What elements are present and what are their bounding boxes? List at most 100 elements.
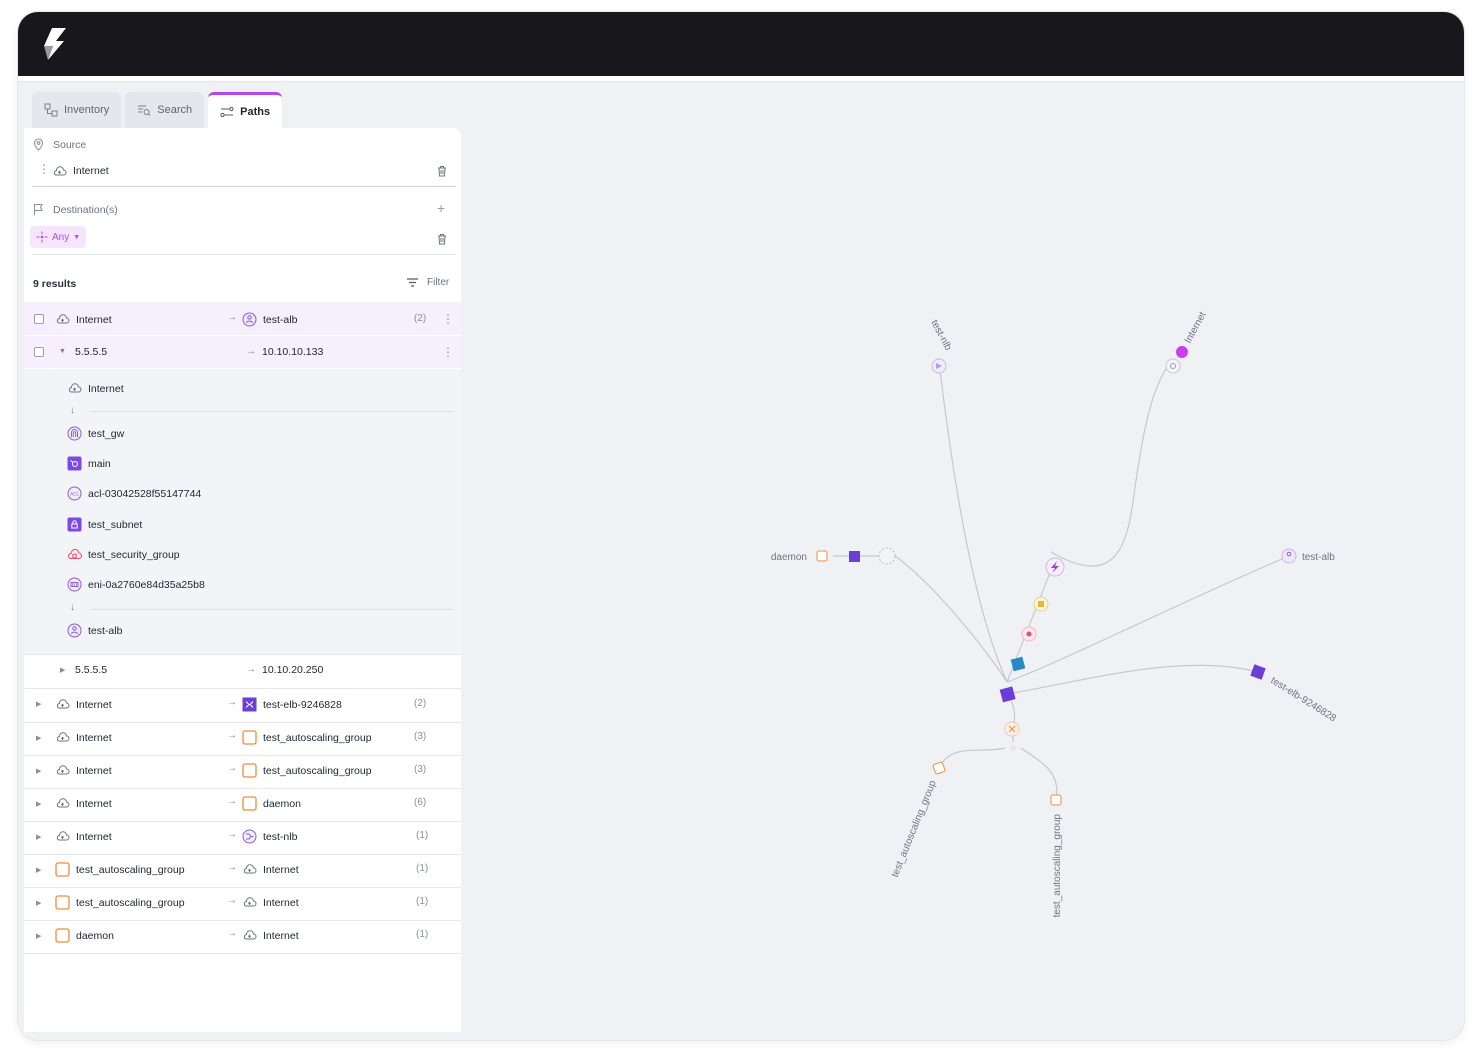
edge-daemon	[894, 555, 1008, 683]
row-source-label: Internet	[76, 698, 112, 711]
security-group-icon	[68, 548, 82, 559]
label-internet: Internet	[1183, 310, 1209, 345]
hop-label: acl-03042528f55147744	[88, 487, 202, 500]
row-count: (3)	[414, 764, 427, 775]
row-count: (6)	[414, 797, 427, 808]
node-hub[interactable]	[999, 686, 1016, 703]
edge-asg2	[1020, 747, 1058, 799]
flag-icon	[34, 204, 43, 215]
node-asg1[interactable]	[932, 761, 946, 775]
edge-nlb	[938, 361, 1008, 683]
node-daemon[interactable]	[816, 550, 828, 562]
destinations-heading-label: Destination(s)	[53, 203, 118, 216]
source-value[interactable]: Internet	[52, 164, 352, 178]
hop-item[interactable]: Internet	[67, 381, 367, 396]
node-elb[interactable]	[1250, 664, 1266, 680]
row-source-label: Internet	[76, 797, 112, 810]
row-checkbox[interactable]	[34, 314, 44, 324]
logo-icon[interactable]	[38, 26, 74, 62]
autoscaling-group-icon	[55, 895, 70, 910]
hop-item[interactable]: test_security_group	[67, 547, 367, 562]
add-destination-icon[interactable]: +	[437, 200, 445, 216]
row-menu-icon[interactable]: ⋮	[442, 346, 454, 358]
destination-delete-icon[interactable]	[436, 233, 448, 245]
row-destination: Internet	[242, 895, 412, 910]
row-count: (1)	[416, 896, 429, 907]
arrow-right-icon: →	[246, 664, 256, 675]
hop-item[interactable]: test-alb	[67, 623, 367, 638]
tab-search[interactable]: Search	[125, 92, 205, 128]
label-asg2: test_autoscaling_group	[1052, 814, 1063, 918]
hop-item[interactable]: ACL acl-03042528f55147744	[67, 486, 367, 501]
node-nlb[interactable]	[931, 358, 947, 374]
row-destination-label: test-nlb	[263, 830, 298, 843]
caret-down-icon[interactable]: ▼	[59, 348, 66, 355]
hop-item[interactable]: test_subnet	[67, 517, 367, 532]
hop-separator	[90, 411, 454, 412]
caret-right-icon[interactable]: ▶	[36, 700, 41, 708]
row-source: test_autoscaling_group	[55, 862, 245, 877]
source-drag-handle[interactable]: ⋮	[38, 163, 50, 175]
autoscaling-group-icon	[242, 730, 257, 745]
row-menu-icon[interactable]: ⋮	[442, 313, 454, 325]
node-daemon-vpc[interactable]	[878, 547, 896, 565]
elb-icon	[242, 697, 257, 712]
row-source: Internet	[55, 796, 225, 811]
internet-source-dot[interactable]	[1176, 346, 1188, 358]
node-security-group[interactable]	[1021, 626, 1037, 642]
caret-right-icon[interactable]: ▶	[36, 866, 41, 874]
source-delete-icon[interactable]	[436, 165, 448, 177]
caret-right-icon[interactable]: ▶	[60, 666, 65, 674]
arrow-right-icon: →	[227, 928, 237, 939]
row-checkbox[interactable]	[34, 347, 44, 357]
caret-right-icon[interactable]: ▶	[36, 767, 41, 775]
row-destination-label: Internet	[263, 863, 299, 876]
node-nacl[interactable]	[1033, 596, 1049, 612]
caret-right-icon[interactable]: ▶	[36, 734, 41, 742]
row-destination: test-alb	[242, 312, 412, 327]
destination-any-dropdown[interactable]: Any ▼	[30, 226, 87, 248]
hop-label: Internet	[88, 382, 124, 395]
row-source: test_autoscaling_group	[55, 895, 245, 910]
caret-right-icon[interactable]: ▶	[36, 833, 41, 841]
row-source-label: test_autoscaling_group	[76, 863, 185, 876]
tab-inventory[interactable]: Inventory	[32, 92, 122, 128]
node-alb[interactable]	[1281, 548, 1297, 564]
node-gateway[interactable]	[1045, 557, 1065, 577]
tab-search-label: Search	[157, 104, 193, 116]
path-graph[interactable]: test-nlb Internet daemon test-alb test-e…	[461, 82, 1464, 1040]
caret-right-icon[interactable]: ▶	[36, 800, 41, 808]
caret-right-icon[interactable]: ▶	[36, 932, 41, 940]
hop-item[interactable]: test_gw	[67, 426, 367, 441]
top-bar	[18, 12, 1464, 76]
label-asg1: test_autoscaling_group	[890, 779, 939, 879]
tab-paths[interactable]: Paths	[208, 92, 283, 128]
location-pin-icon	[33, 138, 44, 151]
daemon-icon	[55, 928, 70, 943]
row-source: Internet	[55, 312, 225, 327]
route-table-icon	[67, 456, 82, 471]
node-daemon-hub[interactable]	[849, 551, 860, 562]
paths-panel: Source ⋮ Internet Destination(s) + Any ▼…	[24, 128, 461, 1032]
row-destination-label: Internet	[263, 929, 299, 942]
node-eni[interactable]	[1004, 721, 1020, 737]
node-internet-vpn[interactable]	[1165, 358, 1181, 374]
hop-item[interactable]: eni-0a2760e84d35a25b8	[67, 577, 367, 592]
node-asg2[interactable]	[1050, 794, 1062, 806]
row-destination: test-elb-9246828	[242, 697, 412, 712]
node-junction	[1010, 745, 1016, 751]
row-source: Internet	[55, 697, 225, 712]
arrow-right-icon: →	[227, 730, 237, 741]
cloud-icon	[56, 798, 70, 808]
row-source-label: 5.5.5.5	[75, 664, 108, 676]
edge-elb	[1006, 664, 1259, 695]
cloud-icon	[68, 383, 82, 393]
node-subnet[interactable]	[1010, 656, 1026, 672]
label-daemon: daemon	[771, 552, 807, 563]
hop-item[interactable]: main	[67, 456, 367, 471]
caret-right-icon[interactable]: ▶	[36, 899, 41, 907]
load-balancer-icon	[242, 312, 257, 327]
app-window: Inventory Search Paths Source ⋮ Internet…	[18, 12, 1464, 1040]
destinations-heading: Destination(s)	[32, 203, 118, 216]
filter-button[interactable]: Filter	[406, 277, 449, 288]
